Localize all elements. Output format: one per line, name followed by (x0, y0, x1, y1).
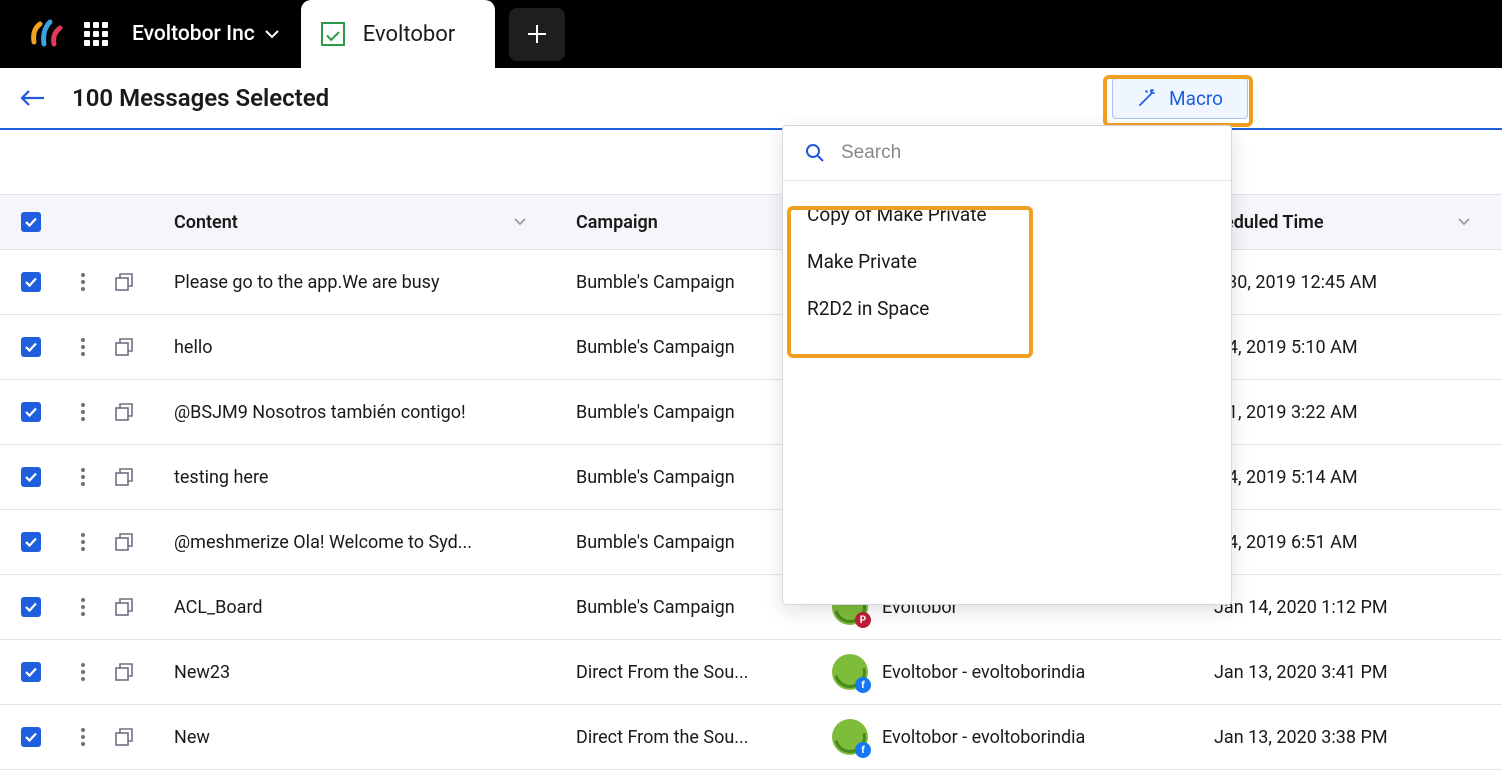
row-checkbox[interactable] (21, 727, 41, 747)
row-content: Please go to the app.We are busy (174, 272, 554, 293)
selection-title: 100 Messages Selected (72, 84, 329, 112)
tab-title: Evoltobor (363, 22, 456, 47)
search-icon (805, 143, 825, 163)
row-scheduled-time: c 4, 2019 5:10 AM (1194, 337, 1502, 358)
table-row: helloBumble's Campaignc 4, 2019 5:10 AM (0, 315, 1502, 380)
row-scheduled-time: c 4, 2019 5:14 AM (1194, 467, 1502, 488)
expand-icon[interactable] (114, 402, 134, 422)
expand-icon[interactable] (114, 532, 134, 552)
expand-icon[interactable] (114, 597, 134, 617)
table-row: Please go to the app.We are busyBumble's… (0, 250, 1502, 315)
account-name: Evoltobor - evoltoborindia (882, 662, 1085, 683)
row-scheduled-time: Jan 13, 2020 3:41 PM (1194, 662, 1502, 683)
table-row: testing hereBumble's Campaignc 4, 2019 5… (0, 445, 1502, 510)
expand-icon[interactable] (114, 337, 134, 357)
row-account: f Evoltobor - evoltoborindia (824, 654, 1194, 690)
row-campaign: Direct From the Sou... (554, 727, 824, 748)
header-spacer (0, 130, 1502, 194)
row-checkbox[interactable] (21, 467, 41, 487)
expand-icon[interactable] (114, 727, 134, 747)
row-campaign: Direct From the Sou... (554, 662, 824, 683)
magic-wand-icon (1137, 88, 1157, 108)
social-badge-icon: f (855, 677, 871, 693)
table-row: NewDirect From the Sou... f Evoltobor - ev… (0, 705, 1502, 770)
expand-icon[interactable] (114, 272, 134, 292)
macro-button[interactable]: Macro (1112, 78, 1248, 119)
expand-icon[interactable] (114, 662, 134, 682)
row-menu-icon[interactable] (76, 403, 90, 421)
apps-grid-icon[interactable] (84, 22, 108, 46)
chevron-down-icon (514, 218, 526, 226)
dropdown-search-row (783, 126, 1231, 181)
row-checkbox[interactable] (21, 597, 41, 617)
column-header-content[interactable]: Content (174, 212, 554, 233)
tab-check-icon (321, 22, 345, 46)
messages-table: Content Campaign heduled Time Please go … (0, 194, 1502, 770)
row-menu-icon[interactable] (76, 663, 90, 681)
row-content: ACL_Board (174, 597, 554, 618)
row-content: @meshmerize Ola! Welcome to Syd... (174, 532, 554, 553)
column-header-scheduled[interactable]: heduled Time (1194, 212, 1502, 233)
macro-dropdown-panel: Copy of Make PrivateMake PrivateR2D2 in … (782, 125, 1232, 605)
chevron-down-icon (1458, 218, 1470, 226)
back-arrow-icon[interactable] (20, 89, 46, 107)
row-checkbox[interactable] (21, 272, 41, 292)
row-content: hello (174, 337, 554, 358)
top-bar: Evoltobor Inc Evoltobor (0, 0, 1502, 68)
row-account: f Evoltobor - evoltoborindia (824, 719, 1194, 755)
table-row: @BSJM9 Nosotros también contigo!Bumble's… (0, 380, 1502, 445)
table-row: @meshmerize Ola! Welcome to Syd...Bumble… (0, 510, 1502, 575)
macro-dropdown-item[interactable]: Make Private (783, 238, 1231, 285)
row-menu-icon[interactable] (76, 468, 90, 486)
row-scheduled-time: c 4, 2019 6:51 AM (1194, 532, 1502, 553)
row-checkbox[interactable] (21, 662, 41, 682)
row-checkbox[interactable] (21, 337, 41, 357)
row-checkbox[interactable] (21, 402, 41, 422)
chevron-down-icon (265, 29, 279, 39)
plus-icon (526, 23, 548, 45)
row-menu-icon[interactable] (76, 533, 90, 551)
table-row: New23Direct From the Sou... f Evoltobor - … (0, 640, 1502, 705)
social-badge-icon: f (855, 742, 871, 758)
macro-button-label: Macro (1169, 87, 1223, 110)
row-content: @BSJM9 Nosotros también contigo! (174, 402, 554, 423)
row-menu-icon[interactable] (76, 728, 90, 746)
account-avatar: f (832, 654, 868, 690)
table-header-row: Content Campaign heduled Time (0, 194, 1502, 250)
row-scheduled-time: Jan 14, 2020 1:12 PM (1194, 597, 1502, 618)
new-tab-button[interactable] (509, 8, 565, 61)
row-menu-icon[interactable] (76, 338, 90, 356)
account-avatar: f (832, 719, 868, 755)
row-content: New23 (174, 662, 554, 683)
table-row: ACL_BoardBumble's CampaignPEvoltoborJan … (0, 575, 1502, 640)
row-scheduled-time: Jan 13, 2020 3:38 PM (1194, 727, 1502, 748)
macro-dropdown-item[interactable]: Copy of Make Private (783, 191, 1231, 238)
selection-header: 100 Messages Selected Macro (0, 68, 1502, 130)
row-menu-icon[interactable] (76, 598, 90, 616)
workspace-name: Evoltobor Inc (132, 22, 255, 46)
row-content: testing here (174, 467, 554, 488)
row-scheduled-time: v 30, 2019 12:45 AM (1194, 272, 1502, 293)
select-all-checkbox[interactable] (21, 212, 41, 232)
account-name: Evoltobor - evoltoborindia (882, 727, 1085, 748)
row-menu-icon[interactable] (76, 273, 90, 291)
social-badge-icon: P (855, 612, 871, 628)
row-content: New (174, 727, 554, 748)
macro-dropdown-item[interactable]: R2D2 in Space (783, 285, 1231, 332)
dropdown-search-input[interactable] (841, 142, 1209, 164)
workspace-selector[interactable]: Evoltobor Inc (132, 22, 279, 46)
row-scheduled-time: c 1, 2019 3:22 AM (1194, 402, 1502, 423)
app-logo (26, 14, 66, 54)
expand-icon[interactable] (114, 467, 134, 487)
active-tab[interactable]: Evoltobor (301, 0, 496, 68)
row-checkbox[interactable] (21, 532, 41, 552)
